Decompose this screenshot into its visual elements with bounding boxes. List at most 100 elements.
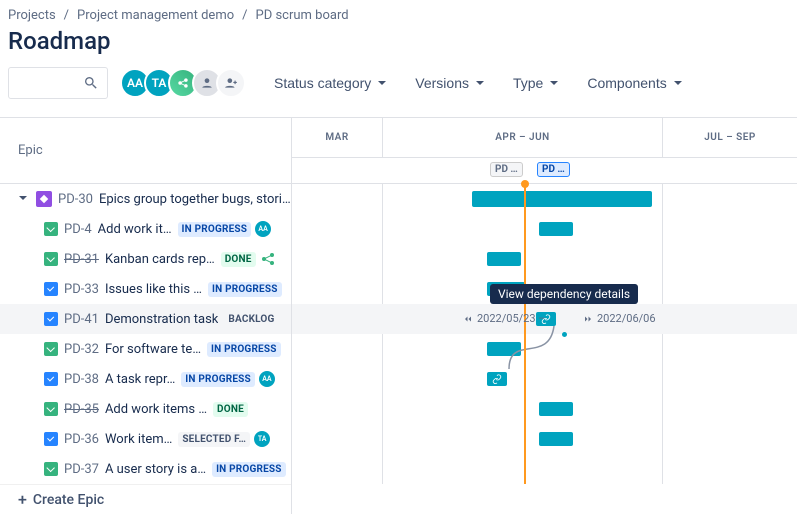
status-badge: DONE: [213, 402, 248, 417]
chevron-down-icon: [549, 78, 559, 88]
issue-key[interactable]: PD-32: [64, 342, 99, 357]
issue-bar[interactable]: [539, 402, 573, 416]
gantt-row: [292, 424, 797, 454]
chevron-down-icon[interactable]: [18, 192, 32, 206]
story-icon: [44, 342, 58, 356]
task-icon: [44, 372, 58, 386]
status-badge: IN PROGRESS: [212, 462, 286, 477]
versions-filter[interactable]: Versions: [415, 75, 485, 91]
issue-key[interactable]: PD-4: [64, 222, 92, 237]
breadcrumb-projects[interactable]: Projects: [8, 8, 56, 23]
epic-row[interactable]: PD-30 Epics group together bugs, storie…: [0, 184, 291, 214]
epic-icon: [36, 191, 52, 207]
status-badge: IN PROGRESS: [181, 372, 255, 387]
filter-label: Versions: [415, 75, 469, 91]
issue-key[interactable]: PD-31: [64, 252, 99, 267]
story-icon: [44, 462, 58, 476]
issue-summary: Work item…: [105, 432, 172, 447]
components-filter[interactable]: Components: [587, 75, 682, 91]
issue-row[interactable]: PD-35 Add work items … DONE: [0, 394, 291, 424]
rewind-icon: [462, 313, 474, 325]
assignee-avatar[interactable]: AA: [255, 221, 271, 237]
start-date-label: 2022/05/23 –: [462, 312, 545, 325]
assignee-avatar[interactable]: TA: [254, 431, 270, 447]
issue-row[interactable]: PD-4 Add work it… IN PROGRESS AA: [0, 214, 291, 244]
issue-row[interactable]: PD-38 A task repr… IN PROGRESS AA: [0, 364, 291, 394]
breadcrumb-board[interactable]: PD scrum board: [256, 8, 349, 23]
filter-label: Type: [513, 75, 543, 91]
today-marker: [524, 184, 526, 484]
issue-summary: Kanban cards rep…: [105, 252, 215, 267]
plus-icon: +: [18, 492, 27, 508]
filter-label: Status category: [274, 75, 371, 91]
release-badge[interactable]: PD …: [490, 162, 523, 177]
page-title: Roadmap: [0, 27, 797, 67]
issue-row[interactable]: PD-41 Demonstration task BACKLOG: [0, 304, 291, 334]
status-badge: SELECTED F…: [178, 432, 250, 447]
issue-bar[interactable]: [539, 222, 573, 236]
filter-label: Components: [587, 75, 666, 91]
breadcrumb-sep: /: [64, 8, 69, 23]
issue-key[interactable]: PD-37: [64, 462, 99, 477]
status-category-filter[interactable]: Status category: [274, 75, 387, 91]
issue-key[interactable]: PD-33: [64, 282, 99, 297]
issue-row[interactable]: PD-31 Kanban cards rep… DONE: [0, 244, 291, 274]
breadcrumb: Projects / Project management demo / PD …: [0, 0, 797, 27]
status-badge: IN PROGRESS: [208, 282, 282, 297]
gantt-row: [292, 454, 797, 484]
task-icon: [44, 282, 58, 296]
end-date-label: 2022/06/06: [582, 312, 656, 325]
assignee-avatar[interactable]: [260, 251, 276, 267]
task-icon: [44, 312, 58, 326]
issue-summary: Issues like this …: [105, 282, 202, 297]
dependency-curve: [504, 324, 574, 374]
issue-row[interactable]: PD-37 A user story is a… IN PROGRESS: [0, 454, 291, 484]
gantt-row: [292, 184, 797, 214]
chevron-down-icon: [377, 78, 387, 88]
issue-key[interactable]: PD-41: [64, 312, 99, 327]
assignee-avatar[interactable]: AA: [259, 371, 275, 387]
release-badge[interactable]: PD …: [537, 162, 570, 177]
search-input[interactable]: [8, 67, 108, 99]
issue-key[interactable]: PD-38: [64, 372, 99, 387]
issue-bar[interactable]: [487, 252, 521, 266]
forward-icon: [582, 313, 594, 325]
gantt-row: [292, 394, 797, 424]
issue-row[interactable]: PD-32 For software te… IN PROGRESS: [0, 334, 291, 364]
issue-row[interactable]: PD-36 Work item… SELECTED F… TA: [0, 424, 291, 454]
avatar-group: AA TA: [120, 68, 246, 98]
story-icon: [44, 222, 58, 236]
chevron-down-icon: [673, 78, 683, 88]
timeline-month: APR – JUN: [382, 118, 662, 157]
add-people-button[interactable]: [216, 68, 246, 98]
status-badge: BACKLOG: [224, 312, 278, 327]
timeline-month: MAR: [292, 118, 382, 157]
dependency-link-icon[interactable]: [487, 372, 507, 386]
issue-row[interactable]: PD-33 Issues like this … IN PROGRESS: [0, 274, 291, 304]
story-icon: [44, 402, 58, 416]
timeline-month: JUL – SEP: [662, 118, 797, 157]
epic-column-header: Epic: [0, 118, 291, 184]
create-epic-label: Create Epic: [33, 492, 104, 508]
search-icon: [83, 75, 99, 91]
create-epic-button[interactable]: + Create Epic: [0, 484, 291, 514]
issue-key[interactable]: PD-30: [58, 192, 93, 207]
breadcrumb-project[interactable]: Project management demo: [77, 8, 234, 23]
issue-summary: Epics group together bugs, storie…: [99, 192, 291, 207]
epic-bar[interactable]: [472, 191, 652, 207]
gantt-row: [292, 214, 797, 244]
issue-summary: Demonstration task: [105, 312, 218, 327]
task-icon: [44, 432, 58, 446]
status-badge: DONE: [221, 252, 256, 267]
issue-summary: For software te…: [105, 342, 201, 357]
chevron-down-icon: [475, 78, 485, 88]
dependency-tooltip: View dependency details: [490, 284, 638, 304]
story-icon: [44, 252, 58, 266]
type-filter[interactable]: Type: [513, 75, 559, 91]
issue-key[interactable]: PD-35: [64, 402, 99, 417]
issue-summary: Add work it…: [98, 222, 172, 237]
issue-bar[interactable]: [539, 432, 573, 446]
issue-key[interactable]: PD-36: [64, 432, 99, 447]
issue-summary: Add work items …: [105, 402, 207, 417]
status-badge: IN PROGRESS: [207, 342, 281, 357]
